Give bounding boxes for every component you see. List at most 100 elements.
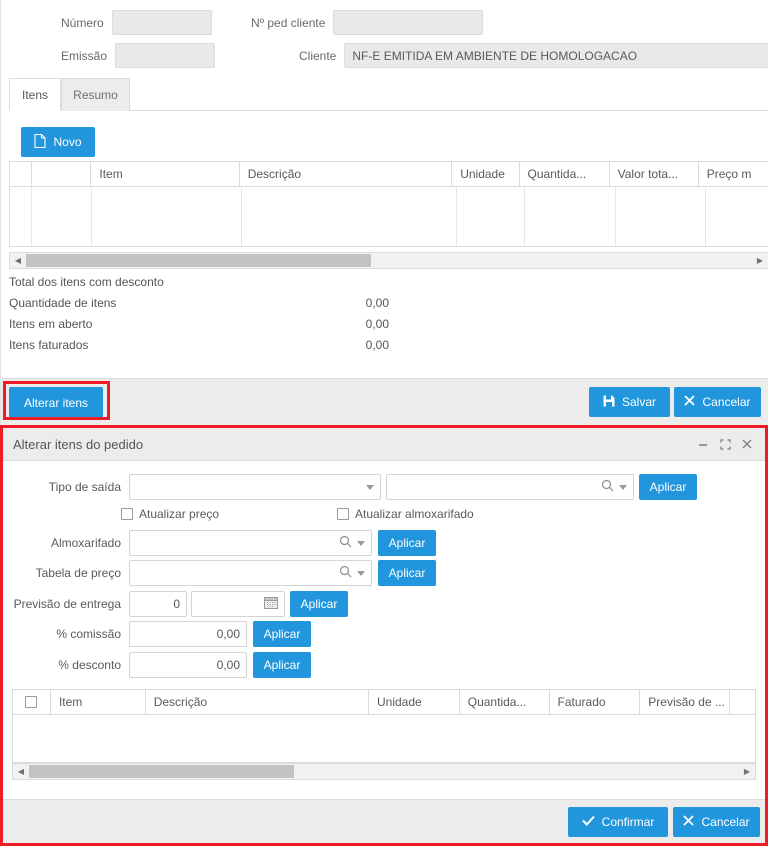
salvar-button[interactable]: Salvar — [589, 387, 670, 417]
dialog-grid-col-quantidade[interactable]: Quantida... — [460, 690, 550, 714]
dialog-titlebar[interactable]: Alterar itens do pedido — [3, 428, 765, 461]
aplicar-percent-comissao-button[interactable]: Aplicar — [253, 621, 311, 647]
input-percent-desconto-value: 0,00 — [216, 658, 240, 672]
document-icon — [34, 133, 47, 151]
dialog-grid-col-unidade[interactable]: Unidade — [369, 690, 460, 714]
close-x-icon — [684, 395, 696, 409]
input-previsao-dias[interactable]: 0 — [129, 591, 187, 617]
confirmar-button[interactable]: Confirmar — [568, 807, 668, 837]
dialog-grid-col-item[interactable]: Item — [51, 690, 146, 714]
input-numero[interactable] — [111, 10, 212, 35]
search-icon[interactable] — [339, 535, 352, 551]
field-cliente: Cliente NF-E EMITIDA EM AMBIENTE DE HOMO… — [299, 43, 768, 68]
aplicar-percent-desconto-button[interactable]: Aplicar — [253, 652, 311, 678]
items-grid-col-item[interactable]: Item — [91, 162, 240, 186]
check-icon — [581, 815, 595, 829]
scroll-right-arrow-icon[interactable]: ▶ — [739, 764, 755, 779]
input-previsao-data[interactable] — [191, 591, 285, 617]
input-cliente[interactable]: NF-E EMITIDA EM AMBIENTE DE HOMOLOGACAO — [344, 43, 768, 68]
cancelar-button[interactable]: Cancelar — [674, 387, 761, 417]
total-row: Total dos itens com desconto — [9, 275, 761, 296]
input-percent-desconto[interactable]: 0,00 — [129, 652, 247, 678]
field-numero: Número — [61, 10, 212, 35]
total-label: Itens faturados — [9, 338, 89, 352]
items-grid-col-preco-minimo[interactable]: Preço m — [699, 162, 768, 186]
input-almoxarifado[interactable] — [129, 530, 372, 556]
items-grid-col-unidade[interactable]: Unidade — [452, 162, 520, 186]
aplicar-tabela-de-preco-button[interactable]: Aplicar — [378, 560, 436, 586]
aplicar-label: Aplicar — [263, 627, 301, 641]
search-tipo-de-saida[interactable] — [386, 474, 634, 500]
order-form-panel: Número Nº ped cliente Emissão Cliente NF… — [0, 0, 768, 425]
items-grid-col-0[interactable] — [10, 162, 32, 186]
label-numero: Número — [61, 15, 104, 30]
input-emissao[interactable] — [115, 43, 216, 68]
total-label: Itens em aberto — [9, 317, 93, 331]
select-all-checkbox-icon[interactable] — [25, 696, 38, 708]
items-grid-col-quantidade[interactable]: Quantida... — [520, 162, 610, 186]
checkbox-atualizar-almoxarifado[interactable]: Atualizar almoxarifado — [337, 507, 474, 521]
novo-button[interactable]: Novo — [21, 127, 95, 157]
input-previsao-dias-value: 0 — [173, 597, 180, 611]
label-tipo-de-saida: Tipo de saída — [48, 480, 121, 494]
items-grid-col-descricao[interactable]: Descrição — [240, 162, 453, 186]
row-percent-comissao: % comissão 0,00 Aplicar — [3, 621, 311, 647]
label-cliente: Cliente — [299, 48, 337, 63]
aplicar-label: Aplicar — [300, 597, 338, 611]
input-percent-comissao[interactable]: 0,00 — [129, 621, 247, 647]
row-percent-desconto: % desconto 0,00 Aplicar — [3, 652, 311, 678]
checkbox-atualizar-preco[interactable]: Atualizar preço — [121, 507, 219, 521]
tab-resumo[interactable]: Resumo — [61, 78, 130, 111]
input-percent-comissao-value: 0,00 — [216, 627, 240, 641]
items-grid-col-valor-total[interactable]: Valor tota... — [610, 162, 699, 186]
row-almoxarifado: Almoxarifado Aplicar — [3, 530, 436, 556]
label-previsao-de-entrega: Previsão de entrega — [13, 597, 121, 611]
dialog-grid-col-select[interactable] — [13, 690, 51, 714]
total-value: 0,00 — [365, 338, 389, 352]
label-almoxarifado: Almoxarifado — [50, 536, 121, 550]
items-grid-col-1[interactable] — [32, 162, 92, 186]
minimize-icon[interactable] — [693, 434, 713, 454]
scroll-left-arrow-icon[interactable]: ◀ — [10, 253, 26, 268]
label-num-ped-cliente: Nº ped cliente — [251, 15, 326, 30]
scroll-track[interactable] — [29, 764, 739, 779]
alterar-itens-label: Alterar itens — [23, 395, 89, 410]
dialog-grid-header: Item Descrição Unidade Quantida... Fatur… — [12, 689, 756, 715]
alterar-itens-button[interactable]: Alterar itens — [9, 387, 103, 418]
dialog-grid-hscrollbar[interactable]: ◀ ▶ — [12, 763, 756, 780]
checkbox-box-icon[interactable] — [337, 508, 349, 520]
input-tabela-de-preco[interactable] — [129, 560, 372, 586]
scroll-left-arrow-icon[interactable]: ◀ — [13, 764, 29, 779]
grid-column-separator — [241, 187, 242, 246]
dialog-grid-col-faturado[interactable]: Faturado — [550, 690, 641, 714]
aplicar-previsao-de-entrega-button[interactable]: Aplicar — [290, 591, 348, 617]
aplicar-almoxarifado-button[interactable]: Aplicar — [378, 530, 436, 556]
calendar-icon[interactable] — [264, 596, 278, 612]
dialog-title: Alterar itens do pedido — [13, 436, 144, 452]
aplicar-label: Aplicar — [649, 480, 687, 494]
select-tipo-de-saida[interactable] — [129, 474, 381, 500]
checkbox-atualizar-preco-label: Atualizar preço — [139, 507, 220, 521]
items-grid-hscrollbar[interactable]: ◀ ▶ — [9, 252, 768, 269]
dialog-grid-col-extra[interactable] — [730, 690, 755, 714]
checkbox-box-icon[interactable] — [121, 508, 133, 520]
tab-itens-label: Itens — [22, 87, 49, 102]
close-icon[interactable] — [737, 434, 757, 454]
total-value: 0,00 — [365, 317, 389, 331]
scroll-right-arrow-icon[interactable]: ▶ — [752, 253, 768, 268]
aplicar-tipo-de-saida-button[interactable]: Aplicar — [639, 474, 697, 500]
scroll-thumb[interactable] — [26, 254, 371, 267]
grid-column-separator — [615, 187, 616, 246]
tab-itens[interactable]: Itens — [9, 78, 61, 111]
search-icon[interactable] — [339, 565, 352, 581]
dialog-grid-col-descricao[interactable]: Descrição — [146, 690, 369, 714]
aplicar-label: Aplicar — [388, 566, 426, 580]
grid-column-separator — [524, 187, 525, 246]
dialog-cancelar-button[interactable]: Cancelar — [673, 807, 760, 837]
maximize-icon[interactable] — [715, 434, 735, 454]
scroll-track[interactable] — [26, 253, 752, 268]
search-icon[interactable] — [601, 479, 614, 495]
input-num-ped-cliente[interactable] — [333, 10, 484, 35]
dialog-grid-col-previsao[interactable]: Previsão de ... — [640, 690, 731, 714]
scroll-thumb[interactable] — [29, 765, 294, 778]
